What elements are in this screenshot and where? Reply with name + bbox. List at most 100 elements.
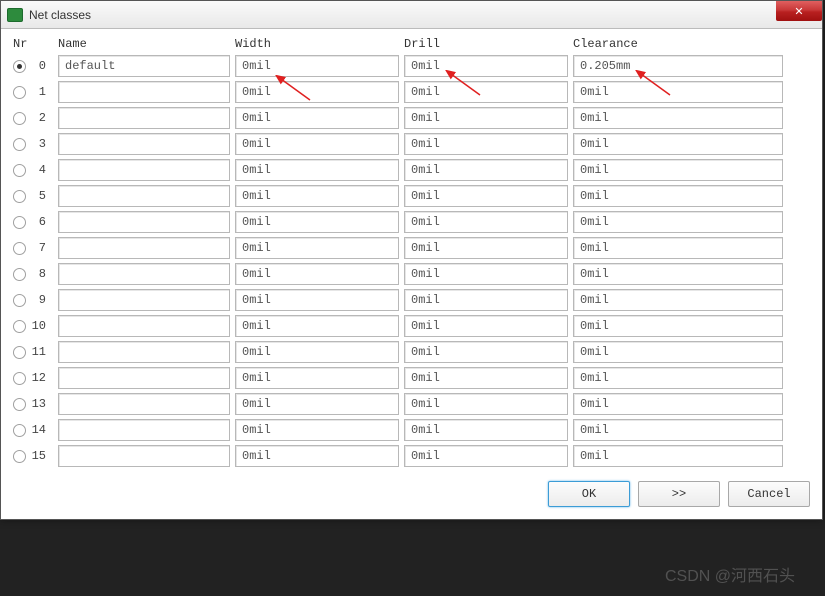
close-button[interactable]: ✕ — [776, 1, 822, 21]
name-input[interactable] — [58, 419, 230, 441]
name-input[interactable] — [58, 263, 230, 285]
width-input[interactable]: 0mil — [235, 133, 399, 155]
cancel-button[interactable]: Cancel — [728, 481, 810, 507]
name-input[interactable] — [58, 445, 230, 467]
row-radio[interactable] — [13, 424, 26, 437]
drill-input[interactable]: 0mil — [404, 393, 568, 415]
row-radio[interactable] — [13, 242, 26, 255]
ok-button[interactable]: OK — [548, 481, 630, 507]
window-title: Net classes — [29, 8, 91, 22]
row-radio[interactable] — [13, 60, 26, 73]
width-input[interactable]: 0mil — [235, 107, 399, 129]
header-clearance: Clearance — [573, 37, 783, 51]
row-radio[interactable] — [13, 268, 26, 281]
drill-input[interactable]: 0mil — [404, 445, 568, 467]
clearance-input[interactable]: 0mil — [573, 133, 783, 155]
width-input[interactable]: 0mil — [235, 159, 399, 181]
drill-input[interactable]: 0mil — [404, 55, 568, 77]
row-number: 2 — [30, 111, 46, 125]
name-input[interactable] — [58, 133, 230, 155]
clearance-input[interactable]: 0mil — [573, 445, 783, 467]
width-input[interactable]: 0mil — [235, 315, 399, 337]
name-input[interactable] — [58, 107, 230, 129]
row-radio[interactable] — [13, 216, 26, 229]
name-input[interactable]: default — [58, 55, 230, 77]
row-radio[interactable] — [13, 86, 26, 99]
row-number: 4 — [30, 163, 46, 177]
name-input[interactable] — [58, 393, 230, 415]
width-input[interactable]: 0mil — [235, 81, 399, 103]
net-class-row: 80mil0mil0mil — [13, 263, 810, 285]
name-input[interactable] — [58, 315, 230, 337]
header-name: Name — [58, 37, 230, 51]
row-number: 0 — [30, 59, 46, 73]
width-input[interactable]: 0mil — [235, 393, 399, 415]
drill-input[interactable]: 0mil — [404, 263, 568, 285]
clearance-input[interactable]: 0mil — [573, 237, 783, 259]
row-radio[interactable] — [13, 294, 26, 307]
width-input[interactable]: 0mil — [235, 263, 399, 285]
clearance-input[interactable]: 0mil — [573, 289, 783, 311]
drill-input[interactable]: 0mil — [404, 81, 568, 103]
drill-input[interactable]: 0mil — [404, 341, 568, 363]
drill-input[interactable]: 0mil — [404, 211, 568, 233]
name-input[interactable] — [58, 81, 230, 103]
row-radio[interactable] — [13, 320, 26, 333]
name-input[interactable] — [58, 237, 230, 259]
clearance-input[interactable]: 0mil — [573, 367, 783, 389]
drill-input[interactable]: 0mil — [404, 159, 568, 181]
width-input[interactable]: 0mil — [235, 341, 399, 363]
name-input[interactable] — [58, 341, 230, 363]
row-radio[interactable] — [13, 164, 26, 177]
row-radio[interactable] — [13, 112, 26, 125]
clearance-input[interactable]: 0mil — [573, 185, 783, 207]
width-input[interactable]: 0mil — [235, 55, 399, 77]
more-button[interactable]: >> — [638, 481, 720, 507]
clearance-input[interactable]: 0mil — [573, 107, 783, 129]
clearance-input[interactable]: 0mil — [573, 341, 783, 363]
rows-container: 0default0mil0mil0.205mm10mil0mil0mil20mi… — [13, 55, 810, 467]
clearance-input[interactable]: 0mil — [573, 315, 783, 337]
width-input[interactable]: 0mil — [235, 367, 399, 389]
drill-input[interactable]: 0mil — [404, 133, 568, 155]
clearance-input[interactable]: 0mil — [573, 419, 783, 441]
drill-input[interactable]: 0mil — [404, 185, 568, 207]
net-class-row: 70mil0mil0mil — [13, 237, 810, 259]
width-input[interactable]: 0mil — [235, 289, 399, 311]
drill-input[interactable]: 0mil — [404, 367, 568, 389]
name-input[interactable] — [58, 289, 230, 311]
row-number: 7 — [30, 241, 46, 255]
drill-input[interactable]: 0mil — [404, 419, 568, 441]
clearance-input[interactable]: 0mil — [573, 393, 783, 415]
titlebar[interactable]: Net classes ✕ — [1, 1, 822, 29]
width-input[interactable]: 0mil — [235, 445, 399, 467]
drill-input[interactable]: 0mil — [404, 289, 568, 311]
row-radio[interactable] — [13, 372, 26, 385]
row-radio[interactable] — [13, 450, 26, 463]
drill-input[interactable]: 0mil — [404, 237, 568, 259]
row-radio[interactable] — [13, 190, 26, 203]
width-input[interactable]: 0mil — [235, 185, 399, 207]
row-radio[interactable] — [13, 138, 26, 151]
content-area: Nr Name Width Drill Clearance 0default0m… — [1, 29, 822, 519]
name-input[interactable] — [58, 367, 230, 389]
row-radio[interactable] — [13, 346, 26, 359]
clearance-input[interactable]: 0.205mm — [573, 55, 783, 77]
width-input[interactable]: 0mil — [235, 237, 399, 259]
clearance-input[interactable]: 0mil — [573, 263, 783, 285]
clearance-input[interactable]: 0mil — [573, 81, 783, 103]
watermark: CSDN @河西石头 — [665, 562, 795, 586]
name-input[interactable] — [58, 185, 230, 207]
drill-input[interactable]: 0mil — [404, 107, 568, 129]
width-input[interactable]: 0mil — [235, 211, 399, 233]
width-input[interactable]: 0mil — [235, 419, 399, 441]
header-row: Nr Name Width Drill Clearance — [13, 37, 810, 51]
row-radio[interactable] — [13, 398, 26, 411]
name-input[interactable] — [58, 211, 230, 233]
drill-input[interactable]: 0mil — [404, 315, 568, 337]
clearance-input[interactable]: 0mil — [573, 211, 783, 233]
clearance-input[interactable]: 0mil — [573, 159, 783, 181]
row-number: 6 — [30, 215, 46, 229]
net-class-row: 50mil0mil0mil — [13, 185, 810, 207]
name-input[interactable] — [58, 159, 230, 181]
